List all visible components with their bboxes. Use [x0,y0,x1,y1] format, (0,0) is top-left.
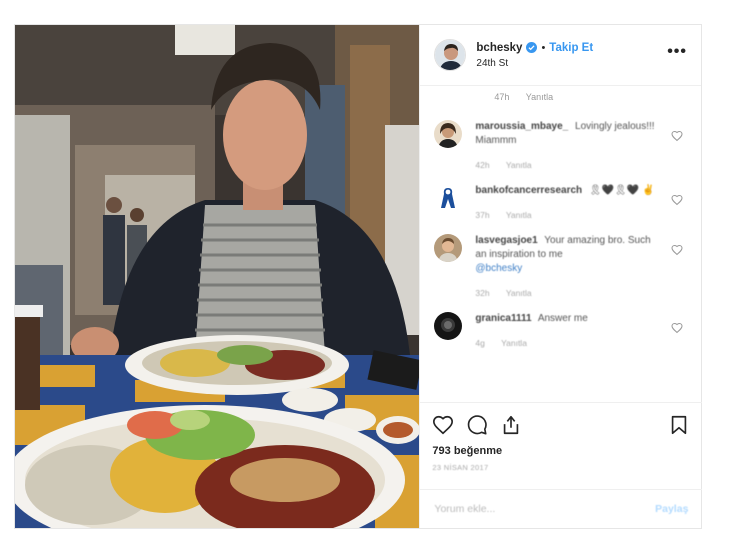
comment-item: granica1111 Answer me 4g Yanıtla [434,312,687,350]
commenter-avatar-image [434,312,463,340]
author-avatar-image [435,40,466,70]
post-location[interactable]: 24th St [476,58,667,69]
comment-item: maroussia_mbaye_ Lovingly jealous!!! Mia… [434,120,687,172]
comment-item: lasvegasjoe1 Your amazing bro. Such an i… [434,234,687,300]
commenter-username[interactable]: bankofcancerresearch [475,185,582,196]
more-options-icon[interactable]: ••• [667,43,687,67]
restaurant-photo [15,25,420,528]
post-comment-button[interactable]: Paylaş [655,503,688,515]
comments-list[interactable]: 47h Yanıtla maroussia_mbaye_ Lovingly je… [420,86,701,402]
comment-body: maroussia_mbaye_ Lovingly jealous!!! Mia… [475,120,660,172]
comment-meta: 42h Yanıtla [475,158,660,172]
comment-like-heart-icon[interactable] [671,130,683,142]
instagram-post: bchesky • Takip Et 24th St ••• 47h Yanıt… [14,24,703,529]
commenter-username[interactable]: maroussia_mbaye_ [475,121,568,132]
commenter-avatar-image [434,234,463,262]
comment-time: 47h [494,92,510,102]
follow-button[interactable]: Takip Et [549,42,593,54]
comment-body: bankofcancerresearch 🎗🖤🎗🖤 ✌ 37h Yanıtla [475,184,660,222]
action-icon-row [432,411,690,439]
comment-item: bankofcancerresearch 🎗🖤🎗🖤 ✌ 37h Yanıtla [434,184,687,222]
share-icon[interactable] [500,414,522,436]
add-comment-bar: Yorum ekle... Paylaş [420,489,703,528]
commenter-username[interactable]: granica1111 [475,313,531,324]
bookmark-icon[interactable] [668,414,690,436]
comment-mention-link[interactable]: @bchesky [475,263,522,274]
heart-icon[interactable] [432,414,454,436]
comment-like-heart-icon[interactable] [671,322,683,334]
reply-link[interactable]: Yanıtla [501,338,527,348]
comment-meta: 37h Yanıtla [475,208,660,222]
likes-count[interactable]: 793 beğenme [432,445,690,457]
reply-link[interactable]: Yanıtla [506,288,532,298]
post-actions: 793 beğenme 23 NİSAN 2017 [420,402,703,472]
comment-body: granica1111 Answer me 4g Yanıtla [475,312,660,350]
comment-time: 37h [475,210,490,220]
comment-body: lasvegasjoe1 Your amazing bro. Such an i… [475,234,660,300]
commenter-avatar-image [434,184,463,212]
commenter-avatar-image [434,120,463,148]
comment-time: 4g [475,338,485,348]
reply-link[interactable]: Yanıtla [506,210,532,220]
header-text: bchesky • Takip Et 24th St [476,42,667,69]
commenter-username[interactable]: lasvegasjoe1 [475,235,537,246]
author-username[interactable]: bchesky [476,42,522,54]
comment-icon[interactable] [466,414,488,436]
comment-text: Answer me [537,313,588,324]
header-row: bchesky • Takip Et [476,42,667,54]
reply-link[interactable]: Yanıtla [526,92,553,102]
comment-like-heart-icon[interactable] [671,194,683,206]
comment-meta: 32h Yanıtla [475,286,660,300]
post-side-panel: bchesky • Takip Et 24th St ••• 47h Yanıt… [419,25,703,528]
separator-dot: • [541,41,546,54]
commenter-avatar[interactable] [434,312,463,340]
post-photo[interactable] [15,25,420,528]
commenter-avatar[interactable] [434,120,463,148]
verified-badge-icon [526,42,538,53]
reply-link[interactable]: Yanıtla [506,160,532,170]
post-header: bchesky • Takip Et 24th St ••• [420,25,701,86]
post-date[interactable]: 23 NİSAN 2017 [432,463,690,472]
previous-comment-meta: 47h Yanıtla [434,86,687,108]
commenter-avatar[interactable] [434,234,463,262]
comment-input[interactable]: Yorum ekle... [434,503,655,515]
comment-time: 32h [475,288,490,298]
comment-time: 42h [475,160,490,170]
comment-like-heart-icon[interactable] [671,244,683,256]
author-avatar[interactable] [434,39,467,71]
commenter-avatar[interactable] [434,184,463,212]
comment-text: 🎗🖤🎗🖤 ✌ [588,185,655,196]
comment-meta: 4g Yanıtla [475,336,660,350]
